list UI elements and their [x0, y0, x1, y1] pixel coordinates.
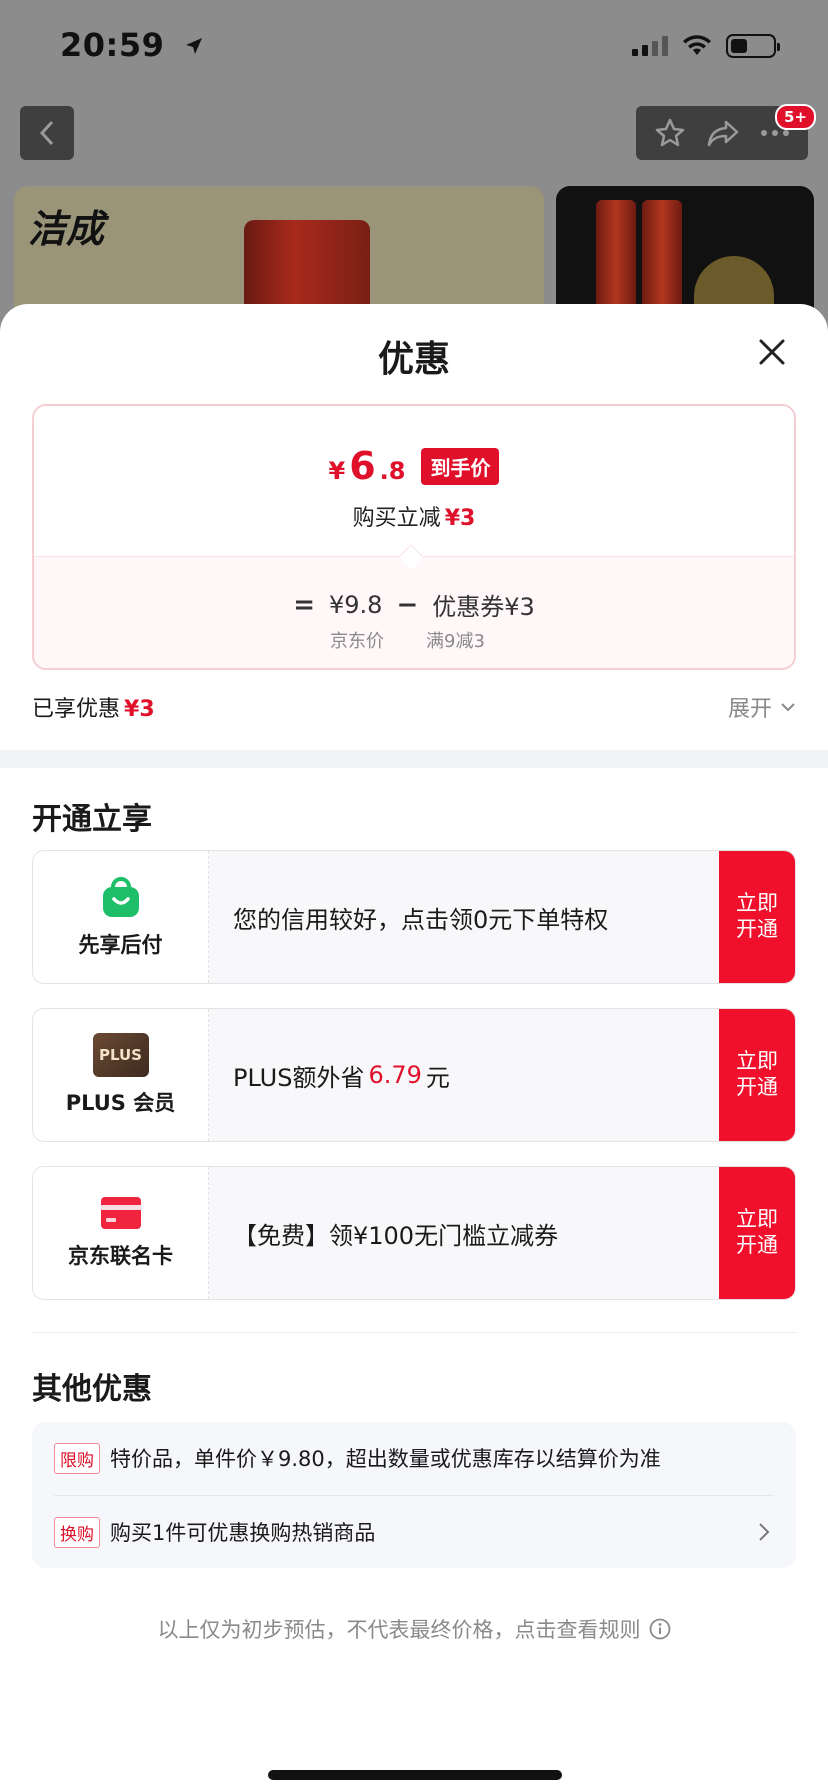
status-time-text: 20:59: [60, 26, 165, 64]
pricing-rules-link[interactable]: 以上仅为初步预估，不代表最终价格，点击查看规则: [0, 1614, 828, 1644]
offer-plus-highlight: 6.79: [368, 1061, 422, 1089]
expand-label: 展开: [727, 697, 772, 722]
offer-co-branded-brand: 京东联名卡: [33, 1167, 209, 1299]
status-time: 20:59: [60, 26, 204, 64]
chevron-left-icon: [39, 120, 54, 146]
enjoyed-value: ¥3: [124, 697, 155, 722]
sheet-title: 优惠: [377, 339, 450, 380]
final-price-currency: ¥: [328, 457, 346, 485]
chevron-down-icon: [781, 703, 795, 712]
wifi-icon: [683, 35, 711, 55]
enjoyed-discount: 已享优惠 ¥3: [32, 691, 155, 723]
offer-pay-later-brand: 先享后付: [33, 851, 209, 983]
product-page-background: 20:59 洁成: [0, 0, 828, 340]
offer-plus-text: PLUS额外省 6.79 元: [233, 1009, 450, 1141]
offer-plus-text-before: PLUS额外省: [233, 1063, 365, 1092]
shopping-bag-icon: [102, 877, 139, 917]
status-icons: [632, 34, 780, 58]
footnote-text: 以上仅为初步预估，不代表最终价格，点击查看规则: [157, 1618, 641, 1642]
calc-equal-sign: =: [293, 589, 315, 620]
plus-logo-text: PLUS: [98, 1046, 142, 1064]
offer-plus-text-after: 元: [425, 1063, 450, 1092]
activate-plus-button[interactable]: 立即开通: [719, 1009, 795, 1141]
cellular-signal-icon: [632, 36, 668, 56]
exchange-purchase-tag: 换购: [54, 1516, 100, 1548]
final-price-integer: 6: [349, 444, 376, 488]
coupon-value: 优惠券¥3: [432, 593, 535, 621]
offer-plus-brand: PLUS PLUS 会员: [33, 1009, 209, 1141]
enjoyed-discount-row: 已享优惠 ¥3 展开: [32, 692, 796, 722]
enjoyed-label: 已享优惠: [32, 697, 121, 722]
credit-card-icon: [100, 1197, 141, 1229]
price-calculation-area: = ¥9.8 − 优惠券¥3 京东价 满9减3: [34, 556, 794, 668]
discount-sheet: 优惠 ¥ 6 .8 到手价 购买立减 ¥3 = ¥9.8 − 优惠券¥3 京东价 …: [0, 304, 828, 1792]
home-indicator[interactable]: [268, 1770, 562, 1780]
offer-co-branded-text: 【免费】领¥100无门槛立减券: [233, 1221, 559, 1250]
final-price-area: ¥ 6 .8 到手价 购买立减 ¥3: [34, 406, 794, 556]
final-price-decimal: .8: [379, 457, 406, 485]
expand-button[interactable]: 展开: [728, 691, 796, 723]
instant-reduce-label: 购买立减: [352, 506, 441, 531]
activate-co-branded-button[interactable]: 立即开通: [719, 1167, 795, 1299]
price-breakdown-card: ¥ 6 .8 到手价 购买立减 ¥3 = ¥9.8 − 优惠券¥3 京东价 满9减…: [32, 404, 796, 670]
info-icon: [649, 1618, 670, 1640]
other-discount-exchange[interactable]: 换购 购买1件可优惠换购热销商品: [54, 1496, 774, 1568]
open-section-title: 开通立享: [32, 802, 152, 837]
jd-price-value: ¥9.8: [329, 590, 383, 619]
share-icon[interactable]: [706, 118, 740, 148]
brand-logo: 洁成: [28, 207, 105, 251]
star-icon[interactable]: [654, 117, 686, 149]
section-separator: [0, 750, 828, 768]
instant-reduce-row: 购买立减 ¥3: [34, 500, 794, 532]
other-discounts-list: 限购 特价品，单件价￥9.80，超出数量或优惠库存以结算价为准 换购 购买1件可…: [32, 1422, 796, 1568]
offer-card-plus[interactable]: PLUS PLUS 会员 PLUS额外省 6.79 元 立即开通: [32, 1008, 796, 1142]
notification-badge: 5+: [774, 104, 816, 130]
other-section-title: 其他优惠: [32, 1372, 152, 1407]
offer-plus-name: PLUS 会员: [65, 1091, 176, 1115]
instant-reduce-value: ¥3: [444, 506, 476, 531]
limit-purchase-text: 特价品，单件价￥9.80，超出数量或优惠库存以结算价为准: [110, 1447, 661, 1471]
section-divider: [32, 1332, 796, 1333]
price-calculation-row: = ¥9.8 − 优惠券¥3: [34, 587, 794, 622]
final-price-row: ¥ 6 .8 到手价: [34, 444, 794, 488]
location-arrow-icon: [186, 38, 202, 54]
chevron-right-icon: [759, 1523, 770, 1541]
plus-logo-icon: PLUS: [92, 1033, 149, 1077]
other-discount-limit: 限购 特价品，单件价￥9.80，超出数量或优惠库存以结算价为准: [54, 1422, 774, 1494]
offer-pay-later-text: 您的信用较好，点击领0元下单特权: [233, 905, 609, 934]
limit-purchase-tag: 限购: [54, 1442, 100, 1474]
final-price-tag: 到手价: [421, 447, 500, 485]
offer-card-pay-later[interactable]: 先享后付 您的信用较好，点击领0元下单特权 立即开通: [32, 850, 796, 984]
close-icon[interactable]: [754, 334, 790, 370]
back-button[interactable]: [20, 106, 74, 160]
coupon-condition: 满9减3: [426, 631, 485, 652]
exchange-purchase-text: 购买1件可优惠换购热销商品: [110, 1521, 376, 1545]
offer-co-branded-name: 京东联名卡: [68, 1244, 173, 1268]
calc-minus-sign: −: [396, 589, 419, 620]
status-bar: 20:59: [0, 0, 828, 92]
battery-icon: [726, 34, 780, 58]
jd-price-label: 京东价: [330, 631, 384, 652]
activate-pay-later-button[interactable]: 立即开通: [719, 851, 795, 983]
offer-card-co-branded[interactable]: 京东联名卡 【免费】领¥100无门槛立减券 立即开通: [32, 1166, 796, 1300]
offer-pay-later-name: 先享后付: [78, 933, 163, 957]
more-icon[interactable]: [760, 129, 790, 137]
